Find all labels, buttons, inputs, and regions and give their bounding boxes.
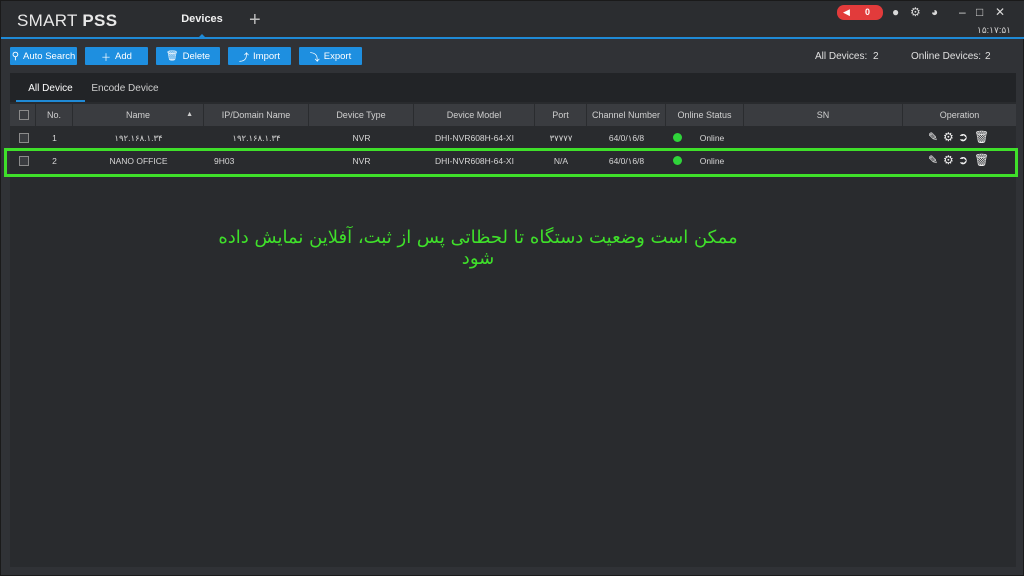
tab-devices-label: Devices — [181, 13, 223, 25]
header-ip[interactable]: IP/Domain Name — [204, 104, 309, 126]
select-all-checkbox[interactable] — [19, 110, 29, 120]
import-button[interactable]: ⤴ Import — [228, 47, 291, 65]
cell-model: DHI-NVR608H-64-XI — [435, 133, 514, 143]
all-devices-count: 2 — [873, 51, 879, 62]
header-model[interactable]: Device Model — [414, 104, 535, 126]
sort-up-icon: ▲ — [186, 111, 193, 118]
header-no[interactable]: No. — [36, 104, 73, 126]
add-label: Add — [115, 50, 132, 62]
auto-search-button[interactable]: ⚲ Auto Search — [10, 47, 77, 65]
annotation-text: ممکن است وضعیت دستگاه تا لحظاتی پس از ثب… — [218, 227, 738, 269]
trash-icon[interactable]: 🗑 — [974, 130, 989, 144]
plus-icon: ＋ — [101, 52, 112, 64]
user-icon[interactable]: ● — [892, 5, 899, 19]
import-icon: ⤴ — [239, 52, 250, 64]
logo-light: SMART — [17, 11, 78, 30]
cell-sn — [744, 127, 903, 149]
gear-icon[interactable]: ⚙ — [910, 5, 921, 19]
tab-all-device[interactable]: All Device — [16, 73, 85, 102]
cell-channel: 64/0/۱6/8 — [608, 133, 645, 143]
auto-search-label: Auto Search — [23, 50, 76, 62]
app-logo: SMART PSS — [17, 11, 117, 31]
settings-icon[interactable]: ⚙ — [943, 130, 954, 144]
cell-type: NVR — [352, 133, 371, 143]
search-icon: ⚲ — [11, 50, 20, 62]
online-devices-count: 2 — [985, 51, 991, 62]
table-row[interactable]: 1 ۱۹۲.۱۶۸.۱.۳۴ ۱۹۲.۱۶۸.۱.۳۴ NVR DHI-NVR6… — [10, 127, 1016, 149]
add-tab-button[interactable]: + — [249, 9, 261, 32]
cell-port: ۳۷۷۷۷ — [549, 133, 573, 143]
all-devices-label: All Devices: — [815, 51, 868, 62]
delete-button[interactable]: 🗑 Delete — [156, 47, 220, 65]
table-header: No. Name ▲ IP/Domain Name Device Type De… — [10, 104, 1016, 126]
online-status-dot — [673, 133, 682, 142]
clock: ۱۵:۱۷:۵۱ — [977, 25, 1012, 35]
header-operation: Operation — [939, 110, 980, 120]
header-status[interactable]: Online Status — [666, 104, 744, 126]
app-window: SMART PSS Devices + ◀ 0 ● ⚙ ◕ – □ ✕ ۱۵:۱… — [0, 0, 1024, 576]
logout-icon[interactable]: ➲ — [958, 130, 968, 144]
minimize-icon[interactable]: – — [959, 5, 966, 19]
cell-status: Online — [699, 133, 725, 143]
row-checkbox[interactable] — [19, 133, 29, 143]
maximize-icon[interactable]: □ — [976, 5, 983, 19]
header-port[interactable]: Port — [535, 104, 587, 126]
row-highlight-box — [4, 148, 1018, 177]
cell-no: 1 — [52, 133, 57, 143]
header-name-label: Name — [125, 110, 150, 120]
speaker-icon: ◀ — [843, 7, 850, 17]
header-type[interactable]: Device Type — [309, 104, 414, 126]
export-icon: ⤵ — [309, 52, 320, 64]
export-label: Export — [323, 50, 352, 62]
title-bar: SMART PSS Devices + ◀ 0 ● ⚙ ◕ – □ ✕ ۱۵:۱… — [1, 1, 1024, 39]
cell-name: ۱۹۲.۱۶۸.۱.۳۴ — [114, 133, 163, 143]
alarm-button[interactable]: ◀ 0 — [837, 5, 883, 20]
export-button[interactable]: ⤵ Export — [299, 47, 362, 65]
import-label: Import — [253, 50, 280, 62]
header-name[interactable]: Name ▲ — [73, 104, 204, 126]
header-sn[interactable]: SN — [744, 104, 903, 126]
gauge-icon[interactable]: ◕ — [931, 5, 938, 19]
delete-label: Delete — [182, 50, 211, 62]
online-devices-label: Online Devices: — [911, 51, 982, 62]
trash-icon: 🗑 — [165, 50, 179, 62]
active-tab-caret — [197, 34, 207, 39]
header-select-all[interactable] — [10, 104, 36, 126]
tab-encode-device[interactable]: Encode Device — [88, 73, 162, 102]
edit-icon[interactable]: ✎ — [928, 130, 938, 144]
tab-devices[interactable]: Devices — [171, 1, 233, 39]
toolbar: ⚲ Auto Search ＋ Add 🗑 Delete ⤴ Import ⤵ … — [1, 41, 1024, 73]
header-channel[interactable]: Channel Number — [587, 104, 666, 126]
alarm-count: 0 — [865, 7, 871, 17]
device-subtabs: All Device Encode Device — [10, 73, 1016, 102]
cell-ip: ۱۹۲.۱۶۸.۱.۳۴ — [232, 133, 281, 143]
logo-bold: PSS — [82, 11, 118, 30]
add-button[interactable]: ＋ Add — [85, 47, 148, 65]
close-icon[interactable]: ✕ — [995, 5, 1005, 19]
